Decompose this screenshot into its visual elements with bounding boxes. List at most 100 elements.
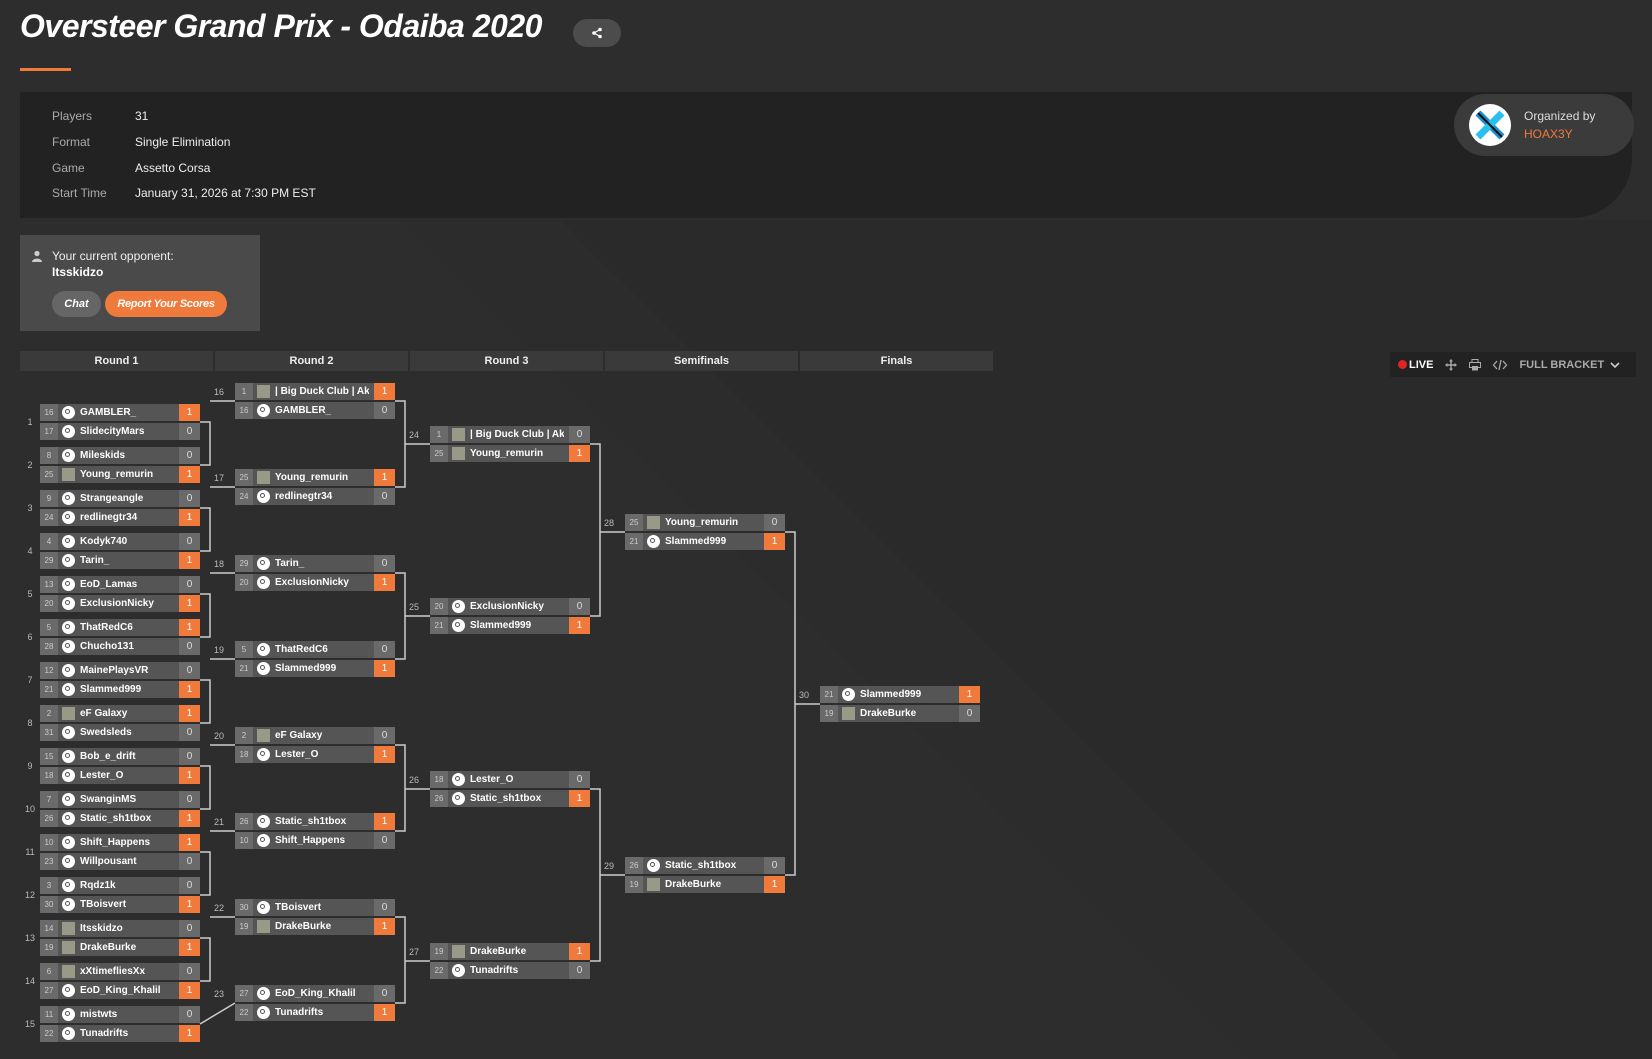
match-card[interactable]: 30 TBoisvert 0 19 DrakeBurke 1 xyxy=(235,899,395,936)
match-player-slot[interactable]: 26 Static_sh1tbox 1 xyxy=(430,790,590,807)
organizer-card[interactable]: Organized by HOAX3Y xyxy=(1454,94,1634,156)
match-player-slot[interactable]: 18 Lester_O 0 xyxy=(430,771,590,788)
match-player-slot[interactable]: 8 Mileskids 0 xyxy=(40,447,200,464)
match-player-slot[interactable]: 13 EoD_Lamas 0 xyxy=(40,576,200,593)
match-player-slot[interactable]: 19 DrakeBurke 1 xyxy=(235,918,395,935)
match-card[interactable]: 26 Static_sh1tbox 1 10 Shift_Happens 0 xyxy=(235,813,395,850)
match-card[interactable]: 3 Rqdz1k 0 30 TBoisvert 1 xyxy=(40,877,200,914)
match-player-slot[interactable]: 18 Lester_O 1 xyxy=(40,767,200,784)
match-player-slot[interactable]: 1 | Big Duck Club | Aku 0 xyxy=(430,426,590,443)
match-player-slot[interactable]: 2 eF Galaxy 0 xyxy=(235,727,395,744)
match-player-slot[interactable]: 17 SlidecityMars 0 xyxy=(40,423,200,440)
match-player-slot[interactable]: 21 Slammed999 1 xyxy=(235,660,395,677)
match-player-slot[interactable]: 29 Tarin_ 1 xyxy=(40,552,200,569)
match-player-slot[interactable]: 2 eF Galaxy 1 xyxy=(40,705,200,722)
match-card[interactable]: 16 GAMBLER_ 1 17 SlidecityMars 0 xyxy=(40,404,200,441)
match-player-slot[interactable]: 20 ExclusionNicky 1 xyxy=(40,595,200,612)
match-card[interactable]: 11 mistwts 0 22 Tunadrifts 1 xyxy=(40,1006,200,1043)
organizer-name-link[interactable]: HOAX3Y xyxy=(1524,127,1573,141)
embed-code-icon[interactable] xyxy=(1493,359,1508,371)
match-card[interactable]: 5 ThatRedC6 0 21 Slammed999 1 xyxy=(235,641,395,678)
match-card[interactable]: 27 EoD_King_Khalil 0 22 Tunadrifts 1 xyxy=(235,985,395,1022)
match-player-slot[interactable]: 22 Tunadrifts 0 xyxy=(430,962,590,979)
report-scores-button[interactable]: Report Your Scores xyxy=(105,291,227,317)
match-player-slot[interactable]: 6 xXtimefliesXx 0 xyxy=(40,963,200,980)
match-player-slot[interactable]: 19 DrakeBurke 0 xyxy=(820,705,980,722)
match-card[interactable]: 10 Shift_Happens 1 23 Willpousant 0 xyxy=(40,834,200,871)
match-player-slot[interactable]: 19 DrakeBurke 1 xyxy=(430,943,590,960)
match-card[interactable]: 12 MainePlaysVR 0 21 Slammed999 1 xyxy=(40,662,200,699)
match-card[interactable]: 21 Slammed999 1 19 DrakeBurke 0 xyxy=(820,686,980,723)
match-card[interactable]: 20 ExclusionNicky 0 21 Slammed999 1 xyxy=(430,598,590,635)
match-player-slot[interactable]: 15 Bob_e_drift 0 xyxy=(40,748,200,765)
match-player-slot[interactable]: 21 Slammed999 1 xyxy=(625,533,785,550)
match-card[interactable]: 14 Itsskidzo 0 19 DrakeBurke 1 xyxy=(40,920,200,957)
match-player-slot[interactable]: 20 ExclusionNicky 0 xyxy=(430,598,590,615)
match-player-slot[interactable]: 29 Tarin_ 0 xyxy=(235,555,395,572)
match-player-slot[interactable]: 10 Shift_Happens 0 xyxy=(235,832,395,849)
match-card[interactable]: 1 | Big Duck Club | Aku 1 16 GAMBLER_ 0 xyxy=(235,383,395,420)
match-player-slot[interactable]: 24 redlinegtr34 1 xyxy=(40,509,200,526)
match-player-slot[interactable]: 9 Strangeangle 0 xyxy=(40,490,200,507)
match-card[interactable]: 4 Kodyk740 0 29 Tarin_ 1 xyxy=(40,533,200,570)
match-card[interactable]: 25 Young_remurin 0 21 Slammed999 1 xyxy=(625,514,785,551)
match-card[interactable]: 1 | Big Duck Club | Aku 0 25 Young_remurin 1 xyxy=(430,426,590,463)
match-player-slot[interactable]: 22 Tunadrifts 1 xyxy=(235,1004,395,1021)
match-card[interactable]: 19 DrakeBurke 1 22 Tunadrifts 0 xyxy=(430,943,590,980)
match-player-slot[interactable]: 12 MainePlaysVR 0 xyxy=(40,662,200,679)
match-player-slot[interactable]: 22 Tunadrifts 1 xyxy=(40,1025,200,1042)
match-player-slot[interactable]: 11 mistwts 0 xyxy=(40,1006,200,1023)
match-player-slot[interactable]: 5 ThatRedC6 1 xyxy=(40,619,200,636)
match-player-slot[interactable]: 30 TBoisvert 0 xyxy=(235,899,395,916)
share-button[interactable] xyxy=(573,19,621,47)
match-player-slot[interactable]: 25 Young_remurin 1 xyxy=(40,466,200,483)
match-player-slot[interactable]: 1 | Big Duck Club | Aku 1 xyxy=(235,383,395,400)
match-player-slot[interactable]: 26 Static_sh1tbox 0 xyxy=(625,857,785,874)
match-player-slot[interactable]: 31 Swedsleds 0 xyxy=(40,724,200,741)
match-player-slot[interactable]: 21 Slammed999 1 xyxy=(820,686,980,703)
match-player-slot[interactable]: 3 Rqdz1k 0 xyxy=(40,877,200,894)
match-player-slot[interactable]: 26 Static_sh1tbox 1 xyxy=(40,810,200,827)
match-player-slot[interactable]: 19 DrakeBurke 1 xyxy=(625,876,785,893)
match-card[interactable]: 29 Tarin_ 0 20 ExclusionNicky 1 xyxy=(235,555,395,592)
match-player-slot[interactable]: 25 Young_remurin 1 xyxy=(430,445,590,462)
match-player-slot[interactable]: 10 Shift_Happens 1 xyxy=(40,834,200,851)
match-player-slot[interactable]: 5 ThatRedC6 0 xyxy=(235,641,395,658)
match-player-slot[interactable]: 20 ExclusionNicky 1 xyxy=(235,574,395,591)
chat-button[interactable]: Chat xyxy=(52,291,101,317)
match-card[interactable]: 26 Static_sh1tbox 0 19 DrakeBurke 1 xyxy=(625,857,785,894)
match-player-slot[interactable]: 25 Young_remurin 0 xyxy=(625,514,785,531)
match-card[interactable]: 15 Bob_e_drift 0 18 Lester_O 1 xyxy=(40,748,200,785)
match-player-slot[interactable]: 18 Lester_O 1 xyxy=(235,746,395,763)
chevron-down-icon[interactable] xyxy=(1610,361,1620,369)
match-player-slot[interactable]: 27 EoD_King_Khalil 0 xyxy=(235,985,395,1002)
print-icon[interactable] xyxy=(1469,358,1482,371)
match-player-slot[interactable]: 23 Willpousant 0 xyxy=(40,853,200,870)
match-card[interactable]: 9 Strangeangle 0 24 redlinegtr34 1 xyxy=(40,490,200,527)
match-player-slot[interactable]: 28 Chucho131 0 xyxy=(40,638,200,655)
match-player-slot[interactable]: 27 EoD_King_Khalil 1 xyxy=(40,982,200,999)
match-player-slot[interactable]: 7 SwanginMS 0 xyxy=(40,791,200,808)
match-card[interactable]: 13 EoD_Lamas 0 20 ExclusionNicky 1 xyxy=(40,576,200,613)
match-card[interactable]: 18 Lester_O 0 26 Static_sh1tbox 1 xyxy=(430,771,590,808)
match-player-slot[interactable]: 16 GAMBLER_ 1 xyxy=(40,404,200,421)
move-icon[interactable] xyxy=(1445,358,1458,371)
match-player-slot[interactable]: 21 Slammed999 1 xyxy=(40,681,200,698)
match-player-slot[interactable]: 4 Kodyk740 0 xyxy=(40,533,200,550)
full-bracket-dropdown[interactable]: FULL BRACKET xyxy=(1519,359,1604,371)
match-card[interactable]: 7 SwanginMS 0 26 Static_sh1tbox 1 xyxy=(40,791,200,828)
match-card[interactable]: 8 Mileskids 0 25 Young_remurin 1 xyxy=(40,447,200,484)
match-card[interactable]: 2 eF Galaxy 0 18 Lester_O 1 xyxy=(235,727,395,764)
match-player-slot[interactable]: 19 DrakeBurke 1 xyxy=(40,939,200,956)
match-card[interactable]: 6 xXtimefliesXx 0 27 EoD_King_Khalil 1 xyxy=(40,963,200,1000)
match-player-slot[interactable]: 30 TBoisvert 1 xyxy=(40,896,200,913)
match-card[interactable]: 25 Young_remurin 1 24 redlinegtr34 0 xyxy=(235,469,395,506)
match-player-slot[interactable]: 21 Slammed999 1 xyxy=(430,617,590,634)
match-card[interactable]: 5 ThatRedC6 1 28 Chucho131 0 xyxy=(40,619,200,656)
match-player-slot[interactable]: 24 redlinegtr34 0 xyxy=(235,488,395,505)
match-player-slot[interactable]: 26 Static_sh1tbox 1 xyxy=(235,813,395,830)
match-player-slot[interactable]: 14 Itsskidzo 0 xyxy=(40,920,200,937)
live-label[interactable]: LIVE xyxy=(1409,359,1433,371)
match-player-slot[interactable]: 16 GAMBLER_ 0 xyxy=(235,402,395,419)
match-card[interactable]: 2 eF Galaxy 1 31 Swedsleds 0 xyxy=(40,705,200,742)
